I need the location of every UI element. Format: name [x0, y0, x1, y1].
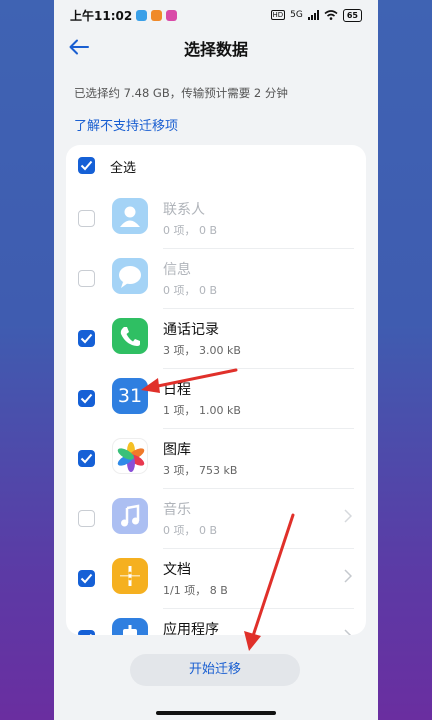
item-checkbox[interactable] — [78, 450, 95, 467]
item-subtitle: 1/1 项， 8 B — [163, 584, 228, 597]
list-item-music[interactable]: 音乐 0 项， 0 B — [66, 489, 366, 549]
item-subtitle: 0 项， 0 B — [163, 524, 218, 537]
item-title: 日程 — [163, 382, 191, 398]
item-title: 应用程序 — [163, 622, 219, 635]
video-notification-icon — [166, 9, 178, 21]
item-subtitle: 0 项， 0 B — [163, 284, 218, 297]
item-title: 通话记录 — [163, 322, 219, 338]
page-title: 选择数据 — [183, 40, 248, 59]
messages-icon — [112, 258, 148, 294]
calendar-date: 31 — [117, 385, 143, 407]
gallery-icon — [112, 438, 148, 474]
item-checkbox[interactable] — [78, 210, 95, 227]
item-checkbox[interactable] — [78, 330, 95, 347]
item-title: 音乐 — [163, 502, 191, 518]
chevron-right-icon — [344, 569, 352, 583]
list-item-apps[interactable]: 应用程序 — [66, 609, 366, 635]
hd-icon: HD — [270, 10, 286, 20]
apps-icon — [112, 618, 148, 635]
signal-icon — [307, 10, 319, 20]
item-checkbox[interactable] — [78, 630, 95, 635]
item-subtitle: 3 项， 753 kB — [163, 464, 238, 477]
item-title: 文档 — [163, 562, 191, 578]
select-all-row[interactable]: 全选 — [66, 145, 366, 185]
phone-screen: 上午11:02 HD 5G 65 选择数据 已选择约 7.48 GB，传输预计需… — [54, 0, 378, 720]
select-all-checkbox[interactable] — [78, 157, 95, 174]
item-subtitle: 1 项， 1.00 kB — [163, 404, 241, 417]
cloud-notification-icon — [136, 9, 148, 21]
documents-icon — [112, 558, 148, 594]
item-subtitle: 3 项， 3.00 kB — [163, 344, 241, 357]
item-subtitle: 0 项， 0 B — [163, 224, 218, 237]
list-item-messages[interactable]: 信息 0 项， 0 B — [66, 249, 366, 309]
item-title: 联系人 — [163, 202, 205, 218]
item-checkbox[interactable] — [78, 510, 95, 527]
item-checkbox[interactable] — [78, 390, 95, 407]
selection-summary: 已选择约 7.48 GB，传输预计需要 2 分钟 — [74, 86, 288, 100]
battery-icon: 65 — [342, 8, 362, 22]
select-all-label: 全选 — [110, 161, 137, 176]
header: 选择数据 — [54, 30, 378, 64]
status-bar: 上午11:02 HD 5G 65 — [54, 0, 378, 30]
list-item-call-log[interactable]: 通话记录 3 项， 3.00 kB — [66, 309, 366, 369]
list-item-gallery[interactable]: 图库 3 项， 753 kB — [66, 429, 366, 489]
chevron-right-icon — [344, 509, 352, 523]
item-title: 图库 — [163, 442, 191, 458]
phone-icon — [112, 318, 148, 354]
wifi-icon — [324, 10, 338, 20]
list-item-contacts[interactable]: 联系人 0 项， 0 B — [66, 189, 366, 249]
home-indicator — [156, 711, 276, 715]
item-title: 信息 — [163, 262, 191, 278]
start-migration-button[interactable]: 开始迁移 — [130, 654, 300, 686]
chevron-right-icon — [344, 629, 352, 635]
data-list-card: 全选 联系人 0 项， 0 B 信息 0 项， 0 B 通话记录 3 项， 3.… — [66, 145, 366, 635]
contacts-icon — [112, 198, 148, 234]
list-item-calendar[interactable]: 31 日程 1 项， 1.00 kB — [66, 369, 366, 429]
item-checkbox[interactable] — [78, 270, 95, 287]
item-checkbox[interactable] — [78, 570, 95, 587]
list-item-documents[interactable]: 文档 1/1 项， 8 B — [66, 549, 366, 609]
calendar-icon: 31 — [112, 378, 148, 414]
status-time: 上午11:02 — [70, 8, 133, 23]
app-notification-icon — [151, 9, 163, 21]
unsupported-items-link[interactable]: 了解不支持迁移项 — [74, 115, 178, 134]
music-icon — [112, 498, 148, 534]
network-type: 5G — [290, 10, 303, 20]
